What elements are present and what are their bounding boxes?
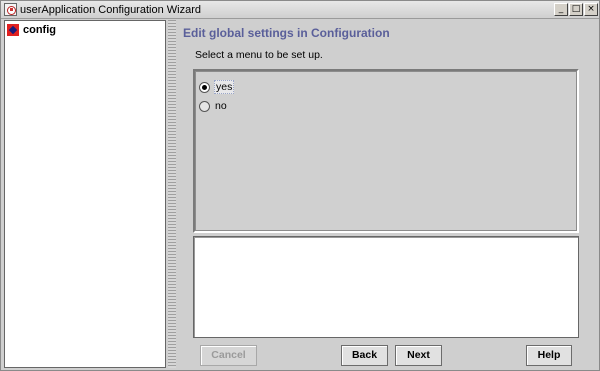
options-inner: yes no <box>195 71 577 231</box>
app-icon <box>4 3 17 16</box>
radio-label-yes[interactable]: yes <box>214 80 235 94</box>
radio-label-no[interactable]: no <box>214 100 228 112</box>
title-bar[interactable]: userApplication Configuration Wizard _ □… <box>1 1 599 19</box>
description-area <box>193 236 579 338</box>
close-button[interactable]: × <box>584 3 598 16</box>
settings-content: Edit global settings in Configuration Se… <box>177 20 599 370</box>
tree-item-label: config <box>23 23 56 36</box>
next-button[interactable]: Next <box>395 345 442 366</box>
config-icon <box>6 23 20 37</box>
radio-unselected-icon[interactable] <box>199 100 210 112</box>
instruction-text: Select a menu to be set up. <box>195 49 323 61</box>
help-button[interactable]: Help <box>526 345 572 366</box>
tree-item-config[interactable]: config <box>6 22 56 37</box>
window-title: userApplication Configuration Wizard <box>20 4 201 16</box>
radio-option-no[interactable]: no <box>199 99 228 113</box>
page-title: Edit global settings in Configuration <box>183 26 390 40</box>
minimize-button[interactable]: _ <box>554 3 568 16</box>
options-panel: yes no <box>193 69 579 233</box>
radio-option-yes[interactable]: yes <box>199 80 235 94</box>
panel-splitter[interactable] <box>168 20 176 368</box>
radio-selected-icon[interactable] <box>199 81 210 93</box>
back-button[interactable]: Back <box>341 345 388 366</box>
maximize-button[interactable]: □ <box>569 3 583 16</box>
cancel-button[interactable]: Cancel <box>200 345 257 366</box>
config-tree: config <box>4 20 166 368</box>
wizard-window: userApplication Configuration Wizard _ □… <box>0 0 600 371</box>
